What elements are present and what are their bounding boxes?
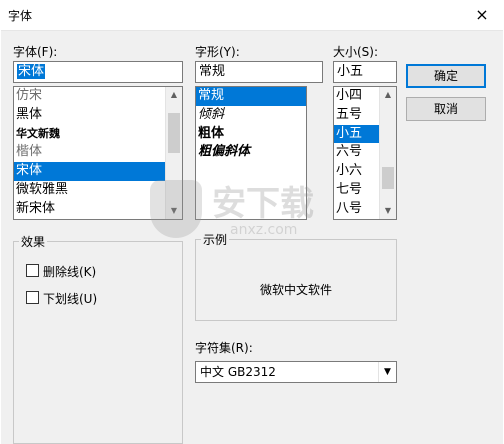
font-size-list[interactable]: 小四 五号 小五 六号 小六 七号 八号 ▲ ▼ — [333, 86, 397, 220]
effects-label: 效果 — [19, 233, 48, 250]
sample-label: 示例 — [201, 231, 230, 248]
font-size-input[interactable]: 小五 — [333, 61, 397, 83]
list-item[interactable]: 黑体 — [14, 106, 182, 125]
font-style-value: 常规 — [199, 64, 226, 79]
scroll-up-icon[interactable]: ▲ — [166, 87, 182, 103]
close-icon[interactable]: × — [460, 0, 504, 30]
scroll-down-icon[interactable]: ▼ — [380, 203, 396, 219]
size-label: 大小(S): — [333, 45, 379, 59]
font-name-value: 宋体 — [17, 64, 46, 79]
underline-label[interactable]: 下划线(U) — [43, 290, 97, 307]
underline-checkbox[interactable] — [26, 291, 39, 304]
scroll-thumb[interactable] — [382, 167, 394, 189]
title-bar: 字体 × — [0, 0, 504, 30]
font-label: 字体(F): — [13, 45, 58, 59]
scroll-down-icon[interactable]: ▼ — [166, 203, 182, 219]
font-name-input[interactable]: 宋体 — [13, 61, 183, 83]
sample-group — [195, 239, 397, 321]
ok-button[interactable]: 确定 — [406, 64, 486, 88]
list-item[interactable]: 常规 — [196, 87, 306, 106]
list-item[interactable]: 倾斜 — [196, 106, 306, 125]
scroll-thumb[interactable] — [168, 113, 180, 153]
window-title: 字体 — [8, 9, 33, 23]
charset-select[interactable]: 中文 GB2312 ▼ — [195, 361, 397, 383]
chevron-down-icon[interactable]: ▼ — [378, 362, 396, 382]
list-item[interactable]: 华文新魏 — [14, 125, 182, 144]
font-size-value: 小五 — [337, 64, 364, 79]
sample-text: 微软中文软件 — [259, 283, 332, 297]
cancel-button[interactable]: 取消 — [406, 97, 486, 121]
style-label: 字形(Y): — [195, 45, 240, 59]
list-item[interactable]: 仿宋 — [14, 87, 182, 106]
font-list[interactable]: 仿宋 黑体 华文新魏 楷体 宋体 微软雅黑 新宋体 ▲ ▼ — [13, 86, 183, 220]
list-item[interactable]: 新宋体 — [14, 200, 182, 219]
strikeout-label[interactable]: 删除线(K) — [43, 263, 96, 280]
list-item[interactable]: 粗偏斜体 — [196, 143, 306, 162]
strikeout-checkbox[interactable] — [26, 264, 39, 277]
font-list-scrollbar[interactable]: ▲ ▼ — [165, 87, 182, 219]
font-dialog-body: 字体(F): 宋体 仿宋 黑体 华文新魏 楷体 宋体 微软雅黑 新宋体 ▲ ▼ 字形(Y):… — [1, 30, 503, 444]
size-list-scrollbar[interactable]: ▲ ▼ — [379, 87, 396, 219]
list-item[interactable]: 粗体 — [196, 125, 306, 144]
font-style-input[interactable]: 常规 — [195, 61, 323, 83]
charset-label: 字符集(R): — [195, 341, 253, 355]
list-item[interactable]: 楷体 — [14, 143, 182, 162]
font-style-list[interactable]: 常规 倾斜 粗体 粗偏斜体 — [195, 86, 307, 220]
font-style-list-items: 常规 倾斜 粗体 粗偏斜体 — [196, 87, 306, 162]
font-list-items: 仿宋 黑体 华文新魏 楷体 宋体 微软雅黑 新宋体 — [14, 87, 182, 219]
scroll-up-icon[interactable]: ▲ — [380, 87, 396, 103]
list-item[interactable]: 宋体 — [14, 162, 182, 181]
list-item[interactable]: 微软雅黑 — [14, 181, 182, 200]
charset-value: 中文 GB2312 — [200, 365, 276, 379]
